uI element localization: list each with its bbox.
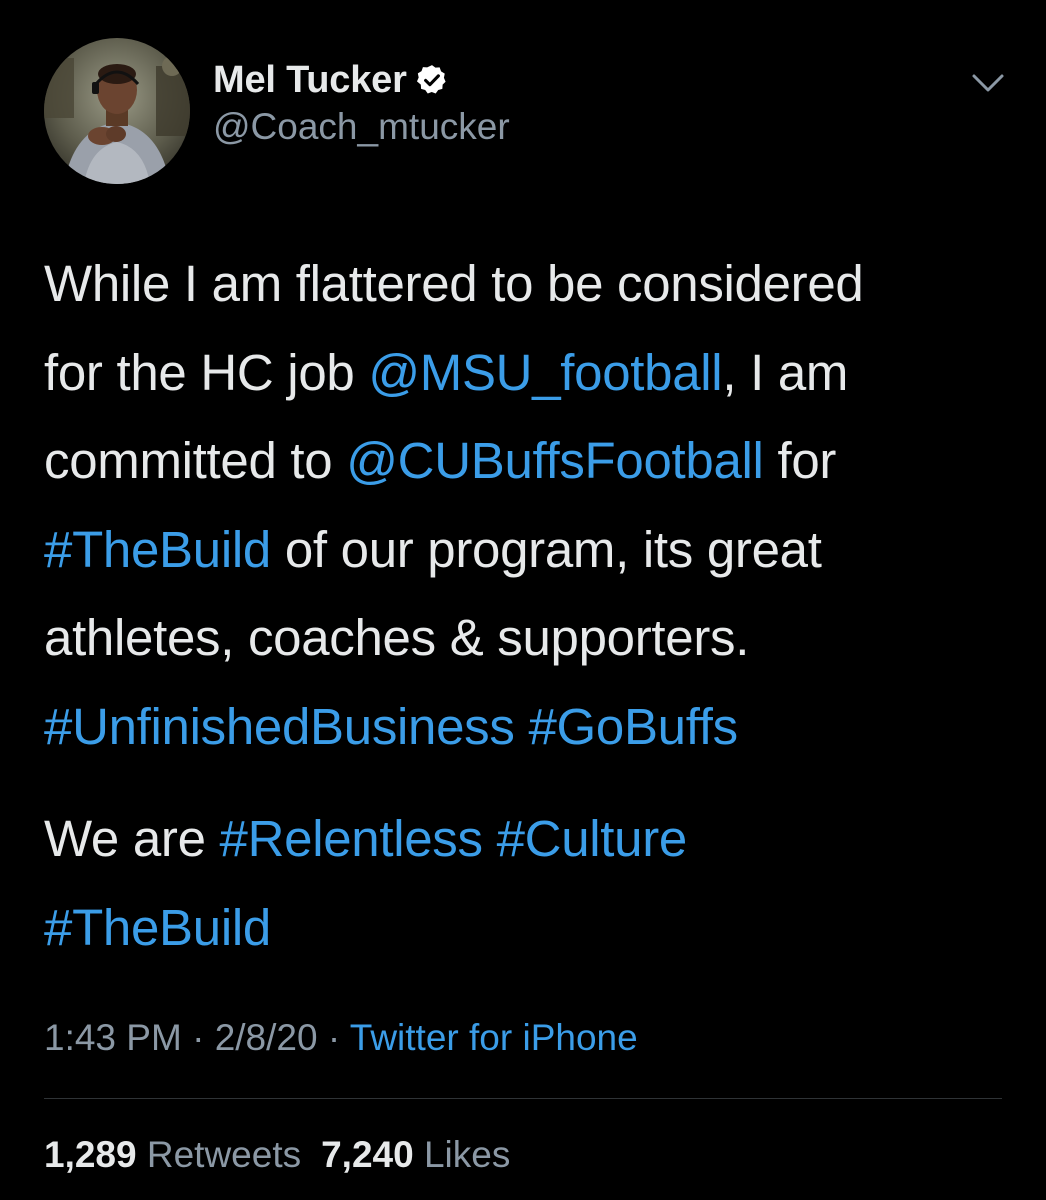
tweet-time[interactable]: 1:43 PM (44, 1017, 182, 1058)
name-row: Mel Tucker (213, 58, 449, 102)
text-segment: of our program, its great (270, 520, 822, 578)
tweet-source-link[interactable]: Twitter for iPhone (350, 1017, 638, 1058)
retweets-count: 1,289 (44, 1134, 137, 1175)
retweets-label: Retweets (146, 1134, 302, 1175)
text-segment: While I am flattered to be considered (44, 255, 864, 312)
tweet-line: While I am flattered to be considered (44, 240, 1014, 329)
avatar[interactable] (44, 38, 190, 184)
tweet-line: for the HC job @MSU_football, I am (44, 329, 1014, 418)
hashtag-link[interactable]: #UnfinishedBusiness (44, 698, 515, 755)
hashtag-link[interactable]: #TheBuild (44, 899, 271, 956)
mention-link[interactable]: @MSU_football (368, 344, 722, 401)
likes-stat[interactable]: 7,240 Likes (321, 1134, 510, 1175)
tweet-line: #UnfinishedBusiness #GoBuffs (44, 683, 1014, 772)
text-segment: committed to (44, 432, 347, 489)
tweet-date[interactable]: 2/8/20 (215, 1017, 318, 1058)
divider (44, 1098, 1002, 1099)
meta-separator: · (181, 1017, 215, 1058)
tweet-meta: 1:43 PM · 2/8/20 · Twitter for iPhone (44, 1017, 638, 1059)
text-segment: We are (44, 810, 220, 867)
hashtag-link[interactable]: #Relentless (220, 810, 483, 867)
hashtag-link[interactable]: #GoBuffs (528, 698, 738, 755)
likes-count: 7,240 (321, 1134, 414, 1175)
text-segment: for (763, 432, 837, 489)
tweet-stats: 1,289 Retweets 7,240 Likes (44, 1134, 530, 1176)
mention-link[interactable]: @CUBuffsFootball (346, 432, 764, 489)
tweet-line: #TheBuild of our program, its great (44, 506, 1014, 595)
tweet-card: Mel Tucker @Coach_mtucker While I am fla… (0, 0, 1046, 1200)
verified-badge-icon (415, 63, 449, 97)
tweet-line: athletes, coaches & supporters. (44, 594, 1014, 683)
tweet-line: committed to @CUBuffsFootball for (44, 417, 1014, 506)
chevron-down-icon[interactable] (964, 64, 1012, 104)
text-segment: athletes, coaches & supporters. (44, 609, 750, 666)
tweet-text: While I am flattered to be considered fo… (44, 240, 1014, 972)
tweet-line: #TheBuild (44, 884, 1014, 973)
hashtag-link[interactable]: #TheBuild (44, 521, 271, 578)
retweets-stat[interactable]: 1,289 Retweets (44, 1134, 301, 1175)
user-handle[interactable]: @Coach_mtucker (213, 106, 510, 148)
text-segment: , I am (722, 343, 849, 401)
likes-label: Likes (423, 1134, 511, 1175)
text-segment: for the HC job (44, 343, 369, 401)
tweet-line: We are #Relentless #Culture (44, 795, 1014, 884)
hashtag-link[interactable]: #Culture (497, 810, 688, 867)
meta-separator: · (317, 1017, 350, 1058)
profile-photo (44, 38, 190, 184)
display-name[interactable]: Mel Tucker (213, 59, 407, 102)
